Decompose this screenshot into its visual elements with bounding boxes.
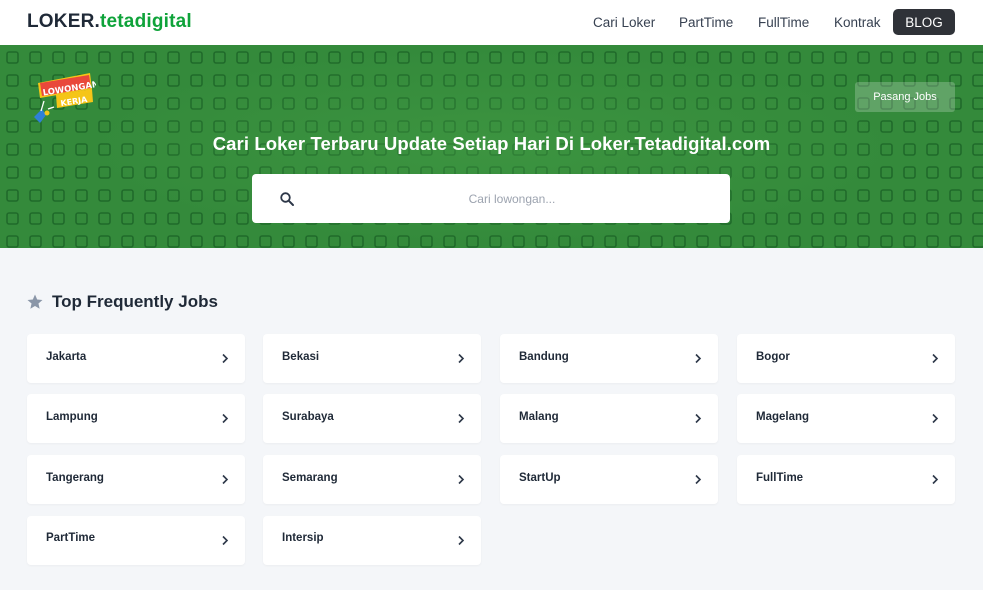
search-icon[interactable]	[279, 191, 295, 207]
job-card-label: Tangerang	[46, 472, 104, 484]
job-card-label: Bandung	[519, 351, 569, 363]
job-card-malang[interactable]: Malang	[500, 394, 718, 443]
job-card-label: Intersip	[282, 532, 324, 544]
chevron-right-icon	[458, 474, 465, 485]
job-card-lampung[interactable]: Lampung	[27, 394, 245, 443]
job-card-label: Magelang	[756, 411, 810, 423]
job-card-tangerang[interactable]: Tangerang	[27, 455, 245, 504]
job-card-jakarta[interactable]: Jakarta	[27, 334, 245, 383]
post-job-button[interactable]: Pasang Jobs	[855, 82, 955, 112]
hero-banner: LOWONGAN KERJA Pasang Jobs Cari Loker Te…	[0, 45, 983, 248]
chevron-right-icon	[222, 535, 229, 546]
job-card-magelang[interactable]: Magelang	[737, 394, 955, 443]
job-card-label: FullTime	[756, 472, 804, 484]
search-input[interactable]	[312, 174, 712, 223]
chevron-right-icon	[695, 413, 702, 424]
job-card-label: Jakarta	[46, 351, 87, 363]
chevron-right-icon	[458, 535, 465, 546]
job-card-label: Lampung	[46, 411, 98, 423]
lowongan-kerja-badge: LOWONGAN KERJA	[34, 73, 96, 123]
nav-link-parttime[interactable]: PartTime	[679, 15, 733, 30]
star-icon	[27, 294, 43, 309]
blog-button[interactable]: BLOG	[893, 9, 955, 35]
chevron-right-icon	[222, 353, 229, 364]
job-card-bekasi[interactable]: Bekasi	[263, 334, 481, 383]
job-card-label: Bekasi	[282, 351, 320, 363]
job-card-semarang[interactable]: Semarang	[263, 455, 481, 504]
job-card-parttime[interactable]: PartTime	[27, 516, 245, 565]
hero-title: Cari Loker Terbaru Update Setiap Hari Di…	[212, 133, 771, 154]
chevron-right-icon	[222, 413, 229, 424]
job-card-label: Bogor	[756, 351, 790, 363]
job-card-label: Malang	[519, 411, 559, 423]
chevron-right-icon	[932, 474, 939, 485]
job-card-startup[interactable]: StartUp	[500, 455, 718, 504]
job-card-label: Semarang	[282, 472, 338, 484]
chevron-right-icon	[695, 353, 702, 364]
brand-logo[interactable]: LOKER.tetadigital	[27, 11, 192, 33]
nav-link-fulltime[interactable]: FullTime	[758, 15, 809, 30]
job-card-label: StartUp	[519, 472, 561, 484]
chevron-right-icon	[932, 353, 939, 364]
job-card-label: Surabaya	[282, 411, 334, 423]
chevron-right-icon	[458, 413, 465, 424]
section-heading: Top Frequently Jobs	[26, 291, 218, 313]
job-card-bandung[interactable]: Bandung	[500, 334, 718, 383]
section-title: Top Frequently Jobs	[52, 292, 218, 311]
chevron-right-icon	[458, 353, 465, 364]
job-card-fulltime[interactable]: FullTime	[737, 455, 955, 504]
brand-name-part1: LOKER.	[27, 11, 100, 32]
search-box	[252, 174, 730, 223]
job-card-label: PartTime	[46, 532, 96, 544]
brand-name-part2: tetadigital	[99, 11, 192, 32]
top-navbar: LOKER.tetadigital Cari Loker PartTime Fu…	[0, 0, 983, 45]
job-card-surabaya[interactable]: Surabaya	[263, 394, 481, 443]
chevron-right-icon	[222, 474, 229, 485]
nav-link-kontrak[interactable]: Kontrak	[834, 15, 881, 30]
nav-link-cari-loker[interactable]: Cari Loker	[593, 15, 655, 30]
chevron-right-icon	[695, 474, 702, 485]
job-card-bogor[interactable]: Bogor	[737, 334, 955, 383]
chevron-right-icon	[932, 413, 939, 424]
job-card-intersip[interactable]: Intersip	[263, 516, 481, 565]
